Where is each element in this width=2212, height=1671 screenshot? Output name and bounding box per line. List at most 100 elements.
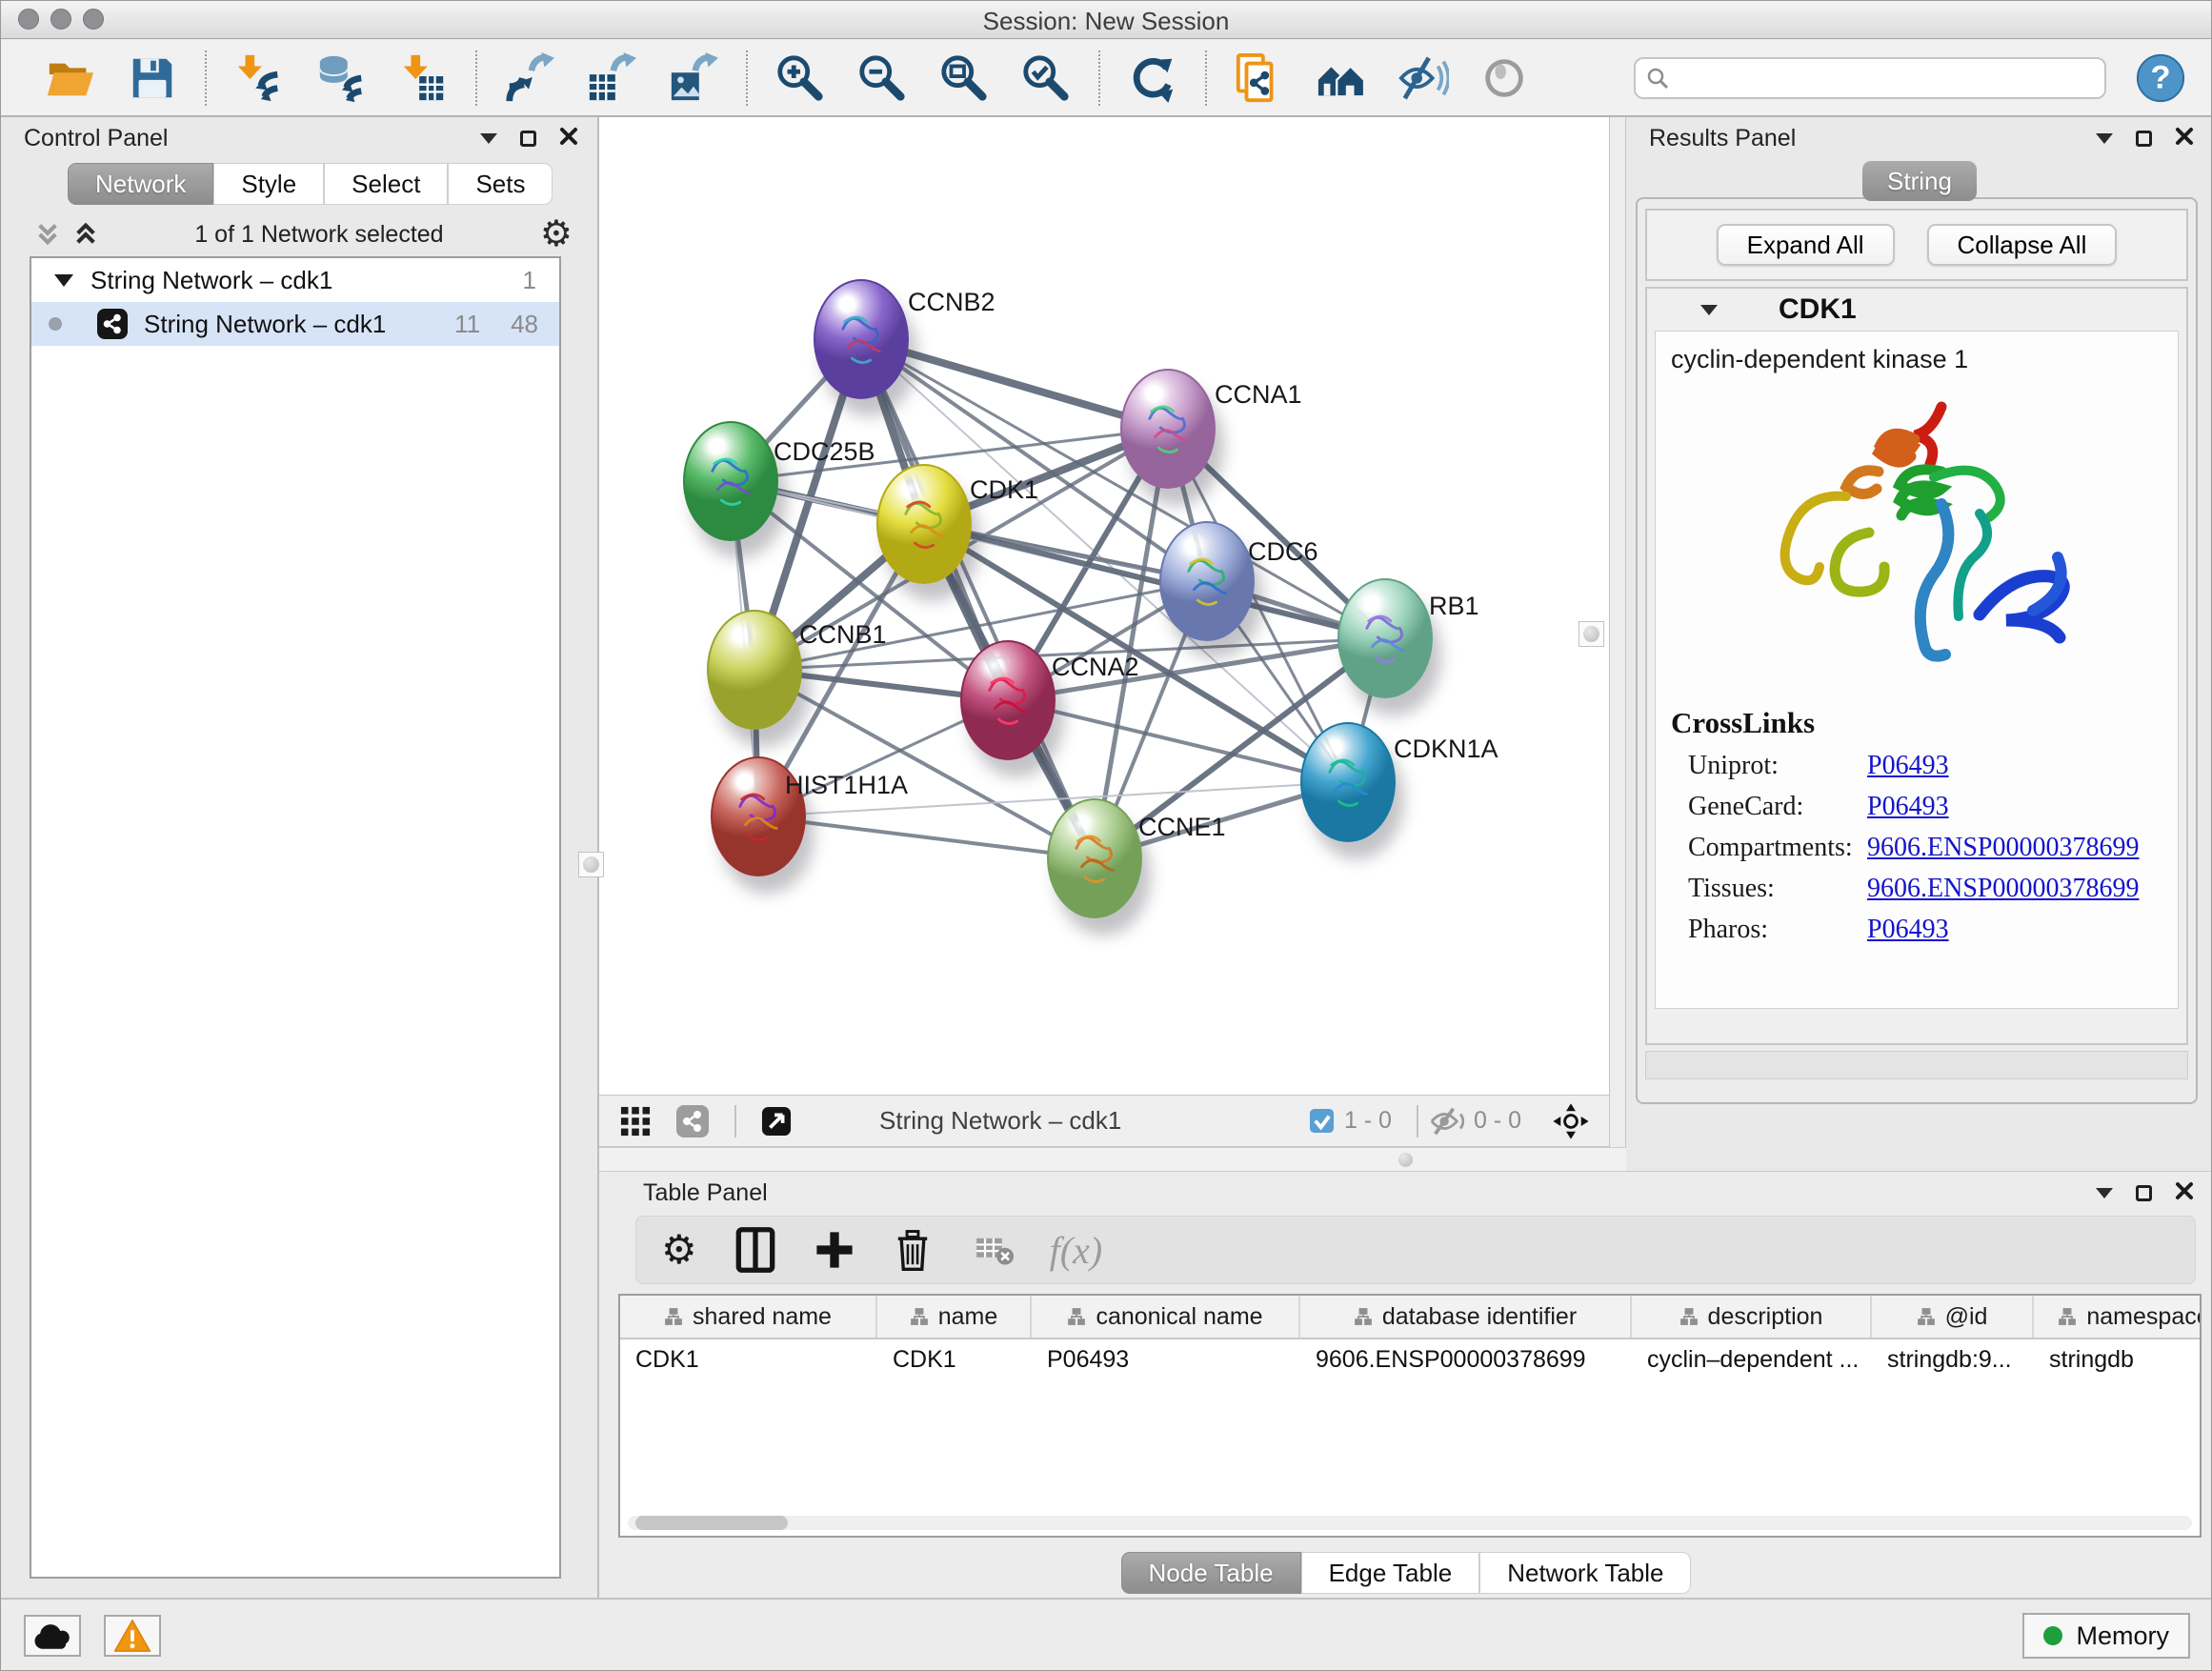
node-CCNB2[interactable] [814,279,909,399]
expand-all-button[interactable]: Expand All [1717,224,1895,266]
birds-eye-crosshair-icon[interactable] [1552,1102,1590,1140]
results-panel-menu-icon[interactable] [2096,133,2113,144]
table-horizontal-scrollbar[interactable] [628,1516,2192,1530]
network-row-selected[interactable]: String Network – cdk1 11 48 [31,302,559,346]
zoom-in-icon[interactable] [773,50,828,106]
export-table-icon[interactable] [584,50,639,106]
crosslink-link[interactable]: P06493 [1867,751,1949,781]
protein-collapse-icon[interactable] [1700,305,1718,315]
collection-count: 1 [523,266,536,295]
crosslink-label: Tissues: [1688,874,1867,904]
tab-sets[interactable]: Sets [448,163,553,205]
cloud-button[interactable] [24,1615,81,1657]
tab-network-table[interactable]: Network Table [1479,1552,1691,1594]
collection-expand-icon[interactable] [54,274,73,287]
splitter-knob[interactable] [1398,1153,1413,1167]
open-session-icon[interactable] [43,50,98,106]
table-panel-float-icon[interactable] [2136,1185,2152,1201]
import-table-icon[interactable] [395,50,451,106]
vertical-splitter[interactable] [1609,117,1626,1171]
control-panel-close-icon[interactable] [559,127,578,151]
node-CCNA2[interactable] [960,640,1056,760]
network-collection-row[interactable]: String Network – cdk1 1 [31,258,559,302]
collapse-all-networks-icon[interactable] [35,222,60,247]
column-header-@id[interactable]: @id [1872,1296,2034,1338]
crosslink-row: Uniprot:P06493 [1671,751,2162,781]
warnings-button[interactable] [104,1615,161,1657]
column-header-shared-name[interactable]: shared name [620,1296,877,1338]
node-CCNB1[interactable] [707,610,802,730]
column-header-namespace[interactable]: namespace [2034,1296,2202,1338]
zoom-selected-icon[interactable] [1018,50,1074,106]
tab-style[interactable]: Style [213,163,324,205]
results-panel-close-icon[interactable] [2175,127,2194,151]
network-options-gear-icon[interactable]: ⚙ [540,216,573,252]
show-hidden-icon[interactable] [1478,50,1533,106]
table-cell: 9606.ENSP00000378699 [1300,1346,1632,1374]
show-graphics-details-icon[interactable] [1314,50,1369,106]
zoom-out-icon[interactable] [855,50,910,106]
delete-table-icon[interactable] [975,1234,1014,1266]
create-column-icon[interactable] [814,1229,855,1271]
zoom-fit-icon[interactable] [936,50,992,106]
memory-button[interactable]: Memory [2022,1613,2190,1659]
control-panel-float-icon[interactable] [520,131,536,147]
search-input[interactable] [1670,63,2104,92]
control-panel-title: Control Panel [24,125,168,152]
tab-string[interactable]: String [1862,161,1977,201]
apply-layout-icon[interactable] [1125,50,1180,106]
network-from-document-icon[interactable] [1232,50,1287,106]
selected-checkbox-icon[interactable] [1309,1108,1335,1134]
show-columns-icon[interactable] [734,1226,777,1274]
column-header-database-identifier[interactable]: database identifier [1300,1296,1632,1338]
table-cell: stringdb:9... [1872,1346,2034,1374]
hide-selected-icon[interactable] [1396,50,1451,106]
save-session-icon[interactable] [125,50,180,106]
crosslink-link[interactable]: P06493 [1867,792,1949,822]
column-header-description[interactable]: description [1632,1296,1872,1338]
network-canvas[interactable]: CCNB2CCNA1CDC25BCDK1CDC6RB1CCNB1CCNA2CDK… [599,117,1609,1095]
node-CDC25B[interactable] [683,421,778,541]
horizontal-splitter[interactable] [599,1147,1626,1171]
table-panel-menu-icon[interactable] [2096,1188,2113,1198]
annotation-mode-icon[interactable] [761,1106,792,1137]
grid-view-icon[interactable] [620,1106,651,1137]
edge-CCNA2-CDKN1A[interactable] [1008,700,1348,782]
node-CCNA1[interactable] [1120,369,1216,489]
expand-all-networks-icon[interactable] [73,222,98,247]
table-panel-close-icon[interactable] [2175,1181,2194,1205]
tab-edge-table[interactable]: Edge Table [1301,1552,1480,1594]
node-RB1[interactable] [1337,578,1433,698]
right-splitter-handle[interactable] [1579,621,1604,647]
tab-select[interactable]: Select [324,163,448,205]
delete-column-trash-icon[interactable] [892,1227,934,1273]
table-header-row: shared namenamecanonical namedatabase id… [620,1296,2200,1339]
export-image-icon[interactable] [666,50,721,106]
hidden-eye-icon[interactable] [1428,1105,1464,1137]
crosslink-link[interactable]: 9606.ENSP00000378699 [1867,833,2139,863]
table-settings-gear-icon[interactable]: ⚙ [661,1230,697,1270]
edge-HIST1H1A-CCNE1[interactable] [758,816,1095,858]
crosslink-link[interactable]: 9606.ENSP00000378699 [1867,874,2139,904]
node-CDC6[interactable] [1159,521,1255,641]
column-header-canonical-name[interactable]: canonical name [1032,1296,1300,1338]
crosslink-link[interactable]: P06493 [1867,915,1949,945]
control-panel-menu-icon[interactable] [480,133,497,144]
import-network-database-icon[interactable] [313,50,369,106]
results-panel-float-icon[interactable] [2136,131,2152,147]
scrollbar-thumb[interactable] [635,1516,788,1530]
node-CDKN1A[interactable] [1300,722,1396,842]
table-row[interactable]: CDK1CDK1P064939606.ENSP00000378699cyclin… [620,1339,2200,1379]
function-builder-icon[interactable]: f(x) [1050,1228,1103,1273]
help-button[interactable]: ? [2135,52,2186,104]
collapse-all-button[interactable]: Collapse All [1927,224,2118,266]
left-splitter-handle[interactable] [578,852,604,877]
tab-network[interactable]: Network [68,163,213,205]
export-network-icon[interactable] [502,50,557,106]
import-network-file-icon[interactable] [231,50,287,106]
tab-node-table[interactable]: Node Table [1121,1552,1301,1594]
node-CCNE1[interactable] [1047,798,1142,918]
node-CDK1[interactable] [876,464,972,584]
view-mode-icon[interactable] [675,1104,710,1138]
column-header-name[interactable]: name [877,1296,1032,1338]
